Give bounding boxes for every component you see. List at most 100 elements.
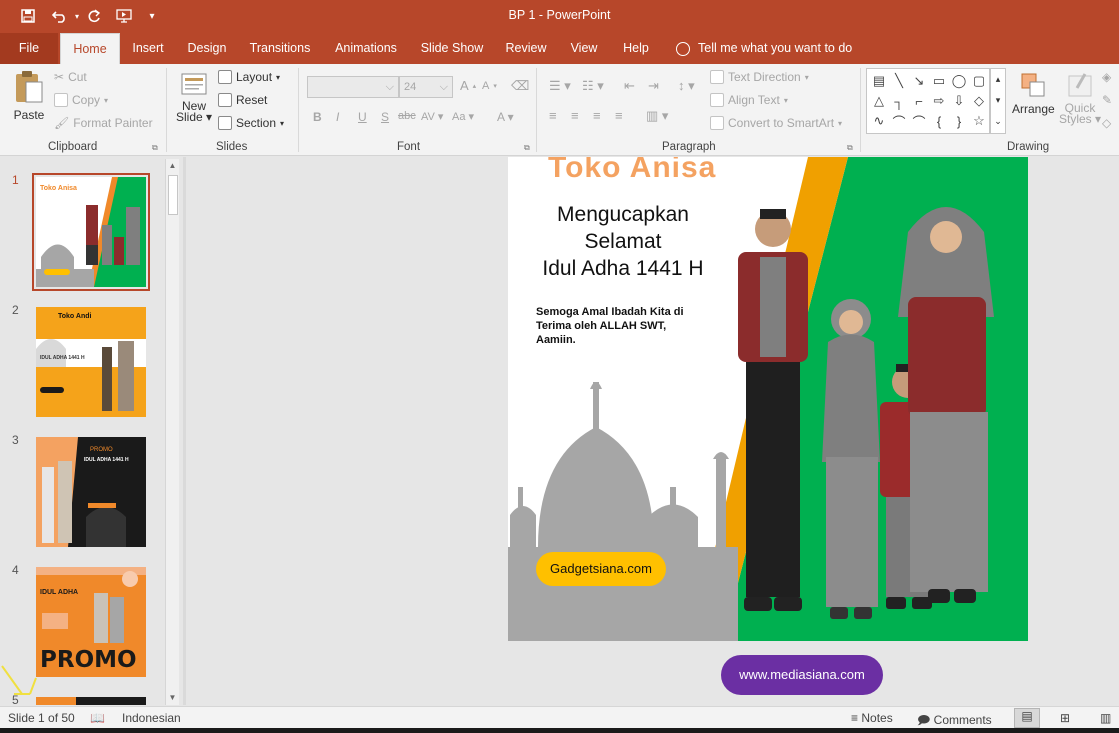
slide-message[interactable]: Semoga Amal Ibadah Kita di Terima oleh A… [536, 305, 706, 347]
tab-review[interactable]: Review [500, 33, 552, 64]
language-indicator[interactable]: Indonesian [122, 711, 181, 725]
cut-button[interactable]: ✂ Cut [54, 70, 87, 84]
slide-greeting[interactable]: Mengucapkan Selamat Idul Adha 1441 H [528, 201, 718, 282]
columns-button[interactable]: ▥ ▾ [646, 108, 668, 124]
smartart-icon [710, 116, 724, 130]
font-color-button[interactable]: A ▾ [497, 110, 514, 124]
lightbulb-icon [676, 41, 690, 56]
align-text-button[interactable]: Align Text ▾ [710, 93, 788, 107]
spellcheck-icon[interactable]: 📖 [90, 711, 105, 725]
tab-view[interactable]: View [563, 33, 605, 64]
thumbnail-number: 4 [12, 563, 19, 577]
clipboard-launcher-icon[interactable]: ⧉ [152, 143, 158, 153]
taskbar-edge [0, 728, 1119, 733]
triangle-shape-icon: △ [874, 93, 884, 108]
shapes-gallery[interactable]: ▤ ╲ ↘ ▭ ◯ ▢ △ ┐ ⌐ ⇨ ⇩ ◇ ∿ ⌒ ⌒ {} ☆ [866, 68, 990, 134]
tab-animations[interactable]: Animations [330, 33, 402, 64]
thumbnail-slide-4[interactable]: IDUL ADHA PROMO [36, 567, 146, 677]
slide-canvas[interactable]: Toko Anisa Mengucapkan Selamat Idul Adha… [508, 157, 1028, 641]
format-painter-button[interactable]: 🖌 Format Painter [54, 116, 153, 130]
scroll-down-icon[interactable]: ▼ [166, 691, 179, 705]
font-name-combo[interactable]: ⌵ [307, 76, 399, 98]
drawing-group-label: Drawing [1007, 141, 1050, 153]
arrange-button[interactable]: Arrange [1012, 70, 1055, 116]
pane-divider[interactable] [183, 157, 186, 705]
shape-fill-icon[interactable]: ◈ [1102, 70, 1111, 84]
change-case-button[interactable]: Aa ▾ [452, 110, 474, 123]
shrink-font-button[interactable]: A ▾ [482, 80, 497, 92]
clipboard-group-label: Clipboard [48, 141, 98, 153]
new-slide-label-2: Slide [176, 110, 203, 124]
thumbnail-slide-5[interactable] [36, 697, 146, 705]
align-left-button[interactable]: ≡ [549, 108, 557, 123]
character-spacing-button[interactable]: AV ▾ [421, 110, 443, 123]
ribbon: Paste ✂ Cut Copy ▾ 🖌 Format Painter Clipboa… [0, 64, 1119, 156]
group-separator [166, 68, 167, 152]
slide-sorter-icon[interactable]: ⊞ [1060, 711, 1070, 725]
align-center-button[interactable]: ≡ [571, 108, 579, 123]
thumbnail-number: 3 [12, 433, 19, 447]
section-button[interactable]: Section ▾ [218, 116, 284, 130]
thumbnail-scrollbar[interactable]: ▲ ▼ [165, 159, 179, 705]
copy-label: Copy [72, 93, 101, 107]
thumbnail-slide-2[interactable]: Toko Andi IDUL ADHA 1441 H [36, 307, 146, 417]
copy-button[interactable]: Copy ▾ [54, 93, 108, 107]
font-launcher-icon[interactable]: ⧉ [524, 143, 530, 153]
paste-button[interactable]: Paste [12, 70, 46, 122]
rectangle-shape-icon: ▭ [932, 73, 946, 88]
ribbon-tabs: File Home Insert Design Transitions Anim… [0, 33, 1119, 64]
align-right-button[interactable]: ≡ [593, 108, 601, 123]
italic-button[interactable]: I [336, 110, 339, 124]
tab-help[interactable]: Help [616, 33, 656, 64]
notes-label: Notes [861, 711, 893, 725]
numbering-button[interactable]: ☷ ▾ [582, 78, 604, 94]
clear-formatting-icon[interactable]: ⌫ [511, 78, 529, 94]
tab-insert[interactable]: Insert [124, 33, 172, 64]
quick-styles-icon [1068, 73, 1092, 97]
increase-indent-button[interactable]: ⇥ [648, 78, 659, 94]
shape-outline-icon[interactable]: ✎ [1102, 93, 1112, 107]
reading-view-icon[interactable]: ▥ [1100, 711, 1111, 725]
paragraph-launcher-icon[interactable]: ⧉ [847, 143, 853, 153]
line-spacing-button[interactable]: ↕ ▾ [678, 78, 695, 94]
bullets-button[interactable]: ☰ ▾ [549, 78, 571, 94]
slide-counter[interactable]: Slide 1 of 50 [8, 711, 75, 725]
arrow-line-shape-icon: ↘ [913, 73, 925, 88]
scrollbar-thumb[interactable] [168, 175, 178, 215]
tab-slide-show[interactable]: Slide Show [418, 33, 486, 64]
strikethrough-button[interactable]: abc [398, 110, 416, 122]
decrease-indent-button[interactable]: ⇤ [624, 78, 635, 94]
underline-button[interactable]: U [358, 110, 367, 124]
justify-button[interactable]: ≡ [615, 108, 623, 123]
convert-smartart-button[interactable]: Convert to SmartArt ▾ [710, 116, 842, 130]
layout-button[interactable]: Layout ▾ [218, 70, 280, 84]
notes-button[interactable]: ≡ Notes [851, 711, 893, 725]
watermark-badge: www.mediasiana.com [721, 655, 883, 695]
shape-effects-icon[interactable]: ◇ [1102, 116, 1111, 130]
tab-transitions[interactable]: Transitions [244, 33, 316, 64]
paragraph-group-label: Paragraph [662, 141, 716, 153]
quick-styles-button[interactable]: Quick Styles ▾ [1059, 70, 1101, 126]
tell-me-box[interactable]: Tell me what you want to do [676, 33, 866, 64]
shadow-button[interactable]: S [381, 110, 389, 124]
grow-font-button[interactable]: A ▴ [460, 78, 476, 93]
text-direction-label: Text Direction [728, 70, 801, 84]
normal-view-icon[interactable]: ▤ [1014, 708, 1040, 728]
scroll-up-icon[interactable]: ▲ [166, 159, 179, 173]
tab-home[interactable]: Home [60, 33, 120, 64]
shapes-scroll[interactable]: ▴ ▾ ⌄ [990, 68, 1006, 134]
reset-button[interactable]: Reset [218, 93, 267, 107]
tab-design[interactable]: Design [182, 33, 232, 64]
new-slide-button[interactable]: New Slide ▾ [176, 70, 212, 124]
text-direction-button[interactable]: Text Direction ▾ [710, 70, 809, 84]
slide-website-button[interactable]: Gadgetsiana.com [536, 552, 666, 586]
rounded-rect-shape-icon: ▢ [972, 73, 986, 88]
title-bar: ▾ ▾ BP 1 - PowerPoint [0, 0, 1119, 33]
thumbnail-slide-3[interactable]: PROMO IDUL ADHA 1441 H [36, 437, 146, 547]
font-size-combo[interactable]: 24 ⌵ [399, 76, 453, 98]
thumbnail-slide-1[interactable]: Toko Anisa [32, 173, 150, 291]
tab-file[interactable]: File [0, 33, 58, 64]
new-slide-icon [181, 73, 207, 95]
bold-button[interactable]: B [313, 110, 322, 124]
slide-shop-name[interactable]: Toko Anisa [548, 157, 716, 185]
